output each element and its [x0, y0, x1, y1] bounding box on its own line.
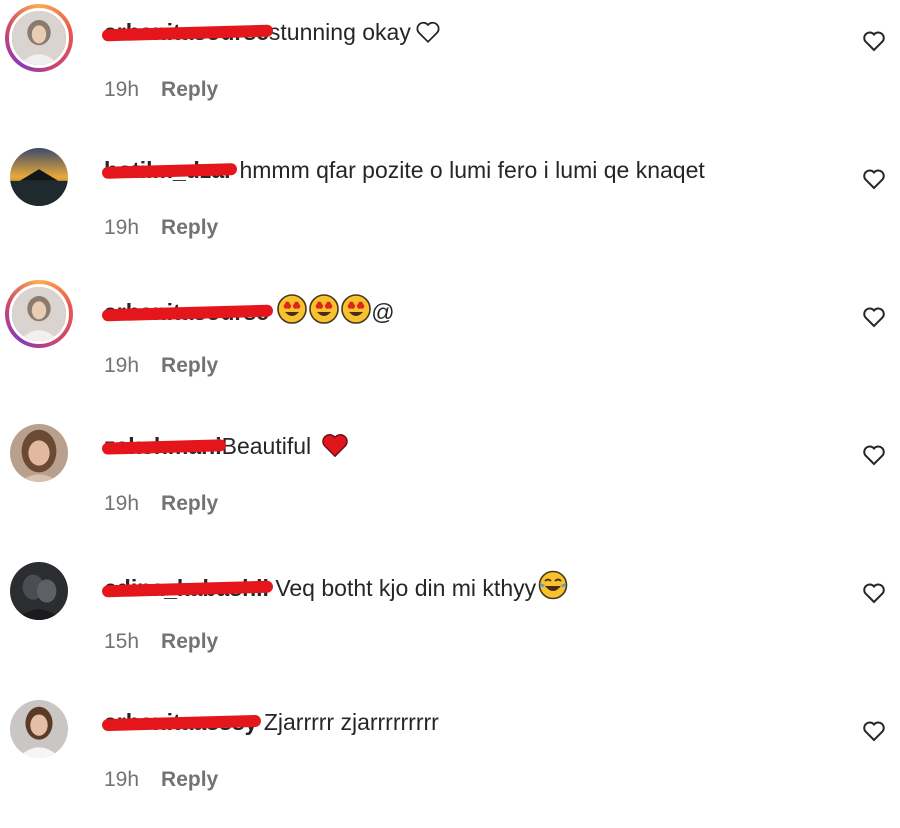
comment-body: Zjarrrrr zjarrrrrrrrr: [263, 709, 439, 735]
comment: arbenitasoursestunning okay 19h Reply: [0, 0, 900, 138]
comment-meta: 15h Reply: [104, 630, 218, 654]
reply-button[interactable]: Reply: [161, 78, 218, 101]
comment-text-line: arbenitasoursestunning okay: [101, 18, 443, 50]
avatar[interactable]: [10, 424, 68, 482]
comment-time: 19h: [104, 78, 140, 101]
like-button[interactable]: [862, 306, 886, 328]
comment-username[interactable]: zekshmani: [101, 432, 226, 460]
heart-outline-icon: [413, 20, 443, 50]
comment-text-line: botilm_dzar hmmm qfar pozite o lumi fero…: [101, 156, 705, 184]
heart-outline-icon: [863, 31, 885, 52]
like-button[interactable]: [862, 168, 886, 190]
comment-text-line: edina_kabashii Veq botht kjo din mi kthy…: [101, 570, 568, 606]
heart-eyes-emoji: [309, 294, 340, 330]
avatar-woman-light-icon: [12, 287, 66, 341]
comment-username[interactable]: arbenitasourse: [101, 18, 274, 46]
tears-of-joy-emoji: [538, 570, 568, 606]
comment: arbenitaasssy Zjarrrrr zjarrrrrrrrr 19h R…: [0, 690, 900, 828]
comment-body: hmmm qfar pozite o lumi fero i lumi qe k…: [239, 157, 705, 183]
comment-meta: 19h Reply: [104, 492, 218, 516]
heart-outline-icon: [863, 721, 885, 742]
comment-meta: 19h Reply: [104, 768, 218, 792]
comment-time: 19h: [104, 216, 140, 239]
comment-time: 15h: [104, 630, 140, 653]
heart-outline-icon: [863, 307, 885, 328]
comment-body: Beautiful: [221, 433, 312, 459]
avatar[interactable]: [10, 148, 68, 206]
comment-meta: 19h Reply: [104, 78, 218, 102]
comment-meta: 19h Reply: [104, 216, 218, 240]
reply-button[interactable]: Reply: [161, 768, 218, 791]
red-heart-emoji: [320, 432, 350, 464]
heart-outline-icon: [863, 445, 885, 466]
comment-body: Veq botht kjo din mi kthyy: [275, 575, 537, 601]
comment-body: stunning okay: [268, 19, 411, 45]
comment-text-line: zekshmaniBeautiful: [101, 432, 350, 464]
comment: edina_kabashii Veq botht kjo din mi kthy…: [0, 552, 900, 690]
comment-meta: 19h Reply: [104, 354, 218, 378]
avatar[interactable]: [10, 562, 68, 620]
comment-time: 19h: [104, 768, 140, 791]
heart-outline-icon: [863, 169, 885, 190]
comment-time: 19h: [104, 354, 140, 377]
like-button[interactable]: [862, 30, 886, 52]
reply-button[interactable]: Reply: [161, 216, 218, 239]
comment-username[interactable]: arbenitaasssy: [101, 708, 262, 736]
comment: zekshmaniBeautiful 19h Reply: [0, 414, 900, 552]
reply-button[interactable]: Reply: [161, 354, 218, 377]
comment: arbenitasourse @ 19h Reply: [0, 276, 900, 414]
heart-eyes-emoji: [277, 294, 308, 330]
comment-username[interactable]: botilm_dzar: [101, 156, 238, 184]
avatar[interactable]: [5, 280, 73, 348]
reply-button[interactable]: Reply: [161, 630, 218, 653]
comment-username[interactable]: arbenitasourse: [101, 298, 274, 326]
comment-username[interactable]: edina_kabashii: [101, 574, 274, 602]
like-button[interactable]: [862, 444, 886, 466]
avatar-woman-brown-icon: [10, 424, 68, 482]
comment-text-line: arbenitasourse @: [101, 294, 395, 330]
avatar-dark-couple-icon: [10, 562, 68, 620]
like-button[interactable]: [862, 720, 886, 742]
heart-outline-icon: [863, 583, 885, 604]
avatar[interactable]: [10, 700, 68, 758]
comment-text-line: arbenitaasssy Zjarrrrr zjarrrrrrrrr: [101, 708, 439, 736]
heart-eyes-emoji: [341, 294, 372, 330]
avatar-sunset-icon: [10, 148, 68, 206]
mention-symbol: @: [371, 299, 395, 325]
avatar[interactable]: [5, 4, 73, 72]
comment-time: 19h: [104, 492, 140, 515]
reply-button[interactable]: Reply: [161, 492, 218, 515]
avatar-woman-light-icon: [12, 11, 66, 65]
comment: botilm_dzar hmmm qfar pozite o lumi fero…: [0, 138, 900, 276]
avatar-woman-white-top-icon: [10, 700, 68, 758]
like-button[interactable]: [862, 582, 886, 604]
